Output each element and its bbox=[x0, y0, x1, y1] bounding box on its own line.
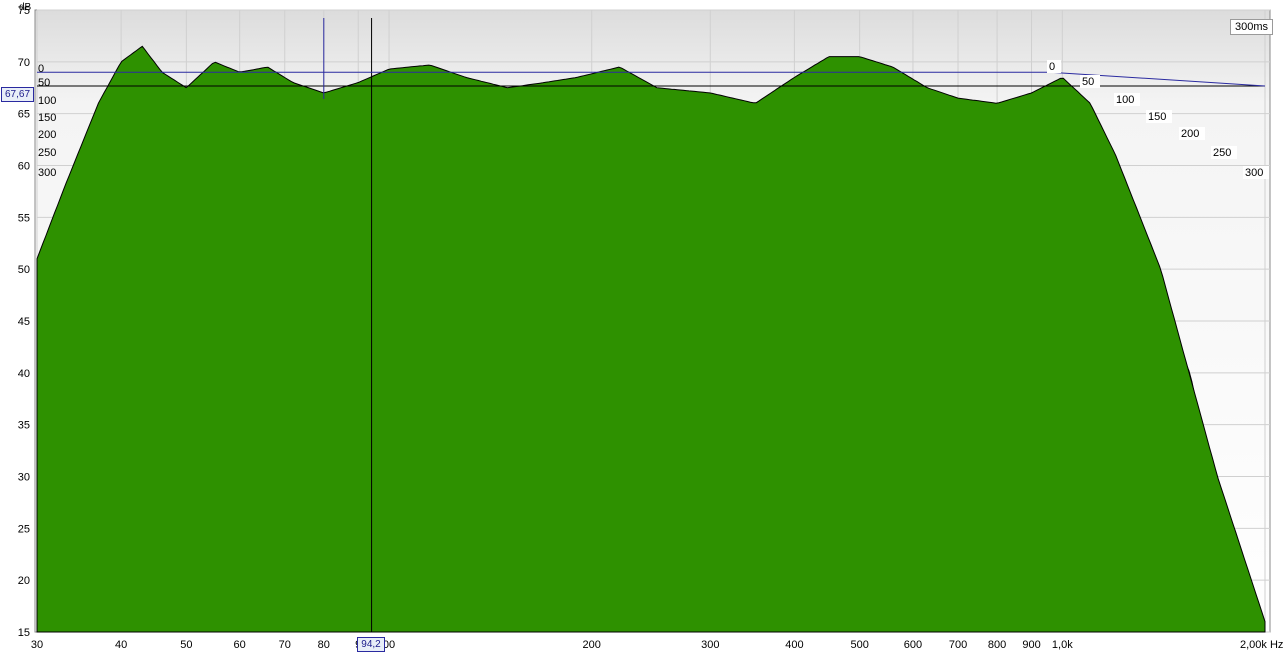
time-label-left: 50 bbox=[38, 77, 50, 89]
waterfall-plot[interactable]: 0 50 100 150 200 250 300 0 50 100 150 200 250 300 75 7… bbox=[0, 0, 1285, 652]
x-tick-label: 500 bbox=[850, 639, 868, 651]
time-label-left: 150 bbox=[38, 112, 56, 124]
time-label-left: 100 bbox=[38, 95, 56, 107]
y-tick-label: 65 bbox=[18, 109, 30, 121]
x-tick-label: 50 bbox=[180, 639, 192, 651]
y-tick-label: 70 bbox=[18, 57, 30, 69]
x-tick-label: 30 bbox=[31, 639, 43, 651]
y-unit-label: dB bbox=[19, 2, 32, 13]
x-tick-label: 600 bbox=[904, 639, 922, 651]
x-tick-label: 400 bbox=[785, 639, 803, 651]
x-tick-label: 70 bbox=[279, 639, 291, 651]
time-label-right: 300 bbox=[1245, 167, 1263, 179]
x-axis: 3040506070809002003004005006007008009001… bbox=[31, 639, 1284, 651]
x-tick-label: 60 bbox=[234, 639, 246, 651]
cursor-freq-readout: 94,2 bbox=[357, 637, 385, 652]
y-tick-label: 30 bbox=[18, 472, 30, 484]
time-label-right: 0 bbox=[1049, 61, 1055, 73]
time-label-left: 0 bbox=[38, 63, 44, 75]
y-tick-label: 20 bbox=[18, 575, 30, 587]
waterfall-chart[interactable]: 050100150200250300050100150200250300 757… bbox=[0, 0, 1285, 652]
y-tick-label: 45 bbox=[18, 316, 30, 328]
y-tick-label: 60 bbox=[18, 161, 30, 173]
y-tick-label: 40 bbox=[18, 368, 30, 380]
time-label-left: 250 bbox=[38, 147, 56, 159]
y-tick-label: 55 bbox=[18, 212, 30, 224]
x-tick-label: 900 bbox=[1022, 639, 1040, 651]
time-label-right: 200 bbox=[1181, 128, 1199, 140]
time-label-left: 200 bbox=[38, 129, 56, 141]
x-tick-label: 80 bbox=[318, 639, 330, 651]
time-slice-0 bbox=[36, 45, 1266, 633]
x-tick-label: 300 bbox=[701, 639, 719, 651]
cursor-db-readout: 67,67 bbox=[1, 87, 34, 102]
x-tick-label: 40 bbox=[115, 639, 127, 651]
y-tick-label: 50 bbox=[18, 264, 30, 276]
x-tick-label: 800 bbox=[988, 639, 1006, 651]
time-label-right: 250 bbox=[1213, 147, 1231, 159]
window-length-label[interactable]: 300ms bbox=[1229, 19, 1273, 35]
time-label-right: 150 bbox=[1148, 111, 1166, 123]
x-tick-label: 700 bbox=[949, 639, 967, 651]
time-label-right: 50 bbox=[1082, 76, 1094, 88]
x-tick-label: 1,0k bbox=[1052, 639, 1073, 651]
waterfall-slices bbox=[36, 45, 1266, 633]
y-tick-label: 15 bbox=[18, 627, 30, 639]
x-tick-label: 200 bbox=[583, 639, 601, 651]
x-tick-label: 2,00k Hz bbox=[1240, 639, 1283, 651]
time-label-right: 100 bbox=[1116, 94, 1134, 106]
time-label-left: 300 bbox=[38, 167, 56, 179]
y-tick-label: 25 bbox=[18, 523, 30, 535]
y-tick-label: 35 bbox=[18, 420, 30, 432]
